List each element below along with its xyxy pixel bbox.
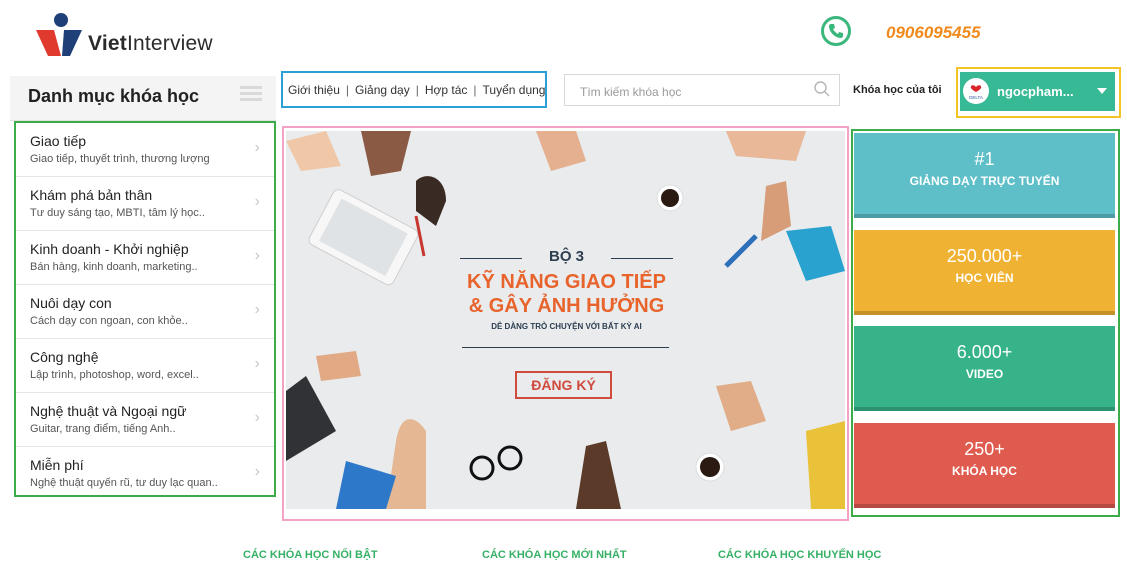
search-placeholder: Tìm kiếm khóa học: [580, 85, 682, 99]
category-item-sub: Bán hàng, kinh doanh, marketing..: [30, 261, 198, 273]
category-list: Giao tiếp Giao tiếp, thuyết trình, thươn…: [14, 121, 276, 497]
category-item-sub: Giao tiếp, thuyết trình, thương lượng: [30, 153, 210, 165]
category-item-giao-tiep[interactable]: Giao tiếp Giao tiếp, thuyết trình, thươn…: [16, 123, 274, 177]
stat-card-students[interactable]: 250.000+ HỌC VIÊN: [854, 230, 1115, 315]
caret-down-icon[interactable]: [1097, 88, 1107, 94]
category-item-label: Nghệ thuật và Ngoại ngữ: [30, 403, 187, 419]
banner-headline-1: KỸ NĂNG GIAO TIẾP: [467, 271, 666, 293]
category-item-label: Nuôi dạy con: [30, 295, 112, 311]
avatar-text: DELTA: [969, 95, 983, 100]
chevron-right-icon: ›: [254, 463, 260, 480]
category-item-sub: Lập trình, photoshop, word, excel..: [30, 369, 199, 381]
stat-label: VIDEO: [965, 367, 1004, 381]
nav-link-giang-day[interactable]: Giảng dạy: [355, 83, 410, 97]
banner-image[interactable]: [286, 131, 845, 509]
register-button[interactable]: ĐĂNG KÝ: [515, 371, 612, 399]
category-item-label: Miễn phí: [30, 457, 84, 473]
chevron-right-icon: ›: [254, 355, 260, 372]
stat-value: 250.000+: [946, 246, 1023, 266]
chevron-right-icon: ›: [254, 193, 260, 210]
hamburger-menu-icon[interactable]: [240, 86, 262, 104]
chevron-right-icon: ›: [254, 409, 260, 426]
my-courses-link[interactable]: Khóa học của tôi: [853, 84, 942, 96]
category-item-kham-pha[interactable]: Khám phá bản thân Tư duy sáng tạo, MBTI,…: [16, 177, 274, 231]
stat-label: GIẢNG DẠY TRỰC TUYẾN: [909, 174, 1060, 188]
stat-value: 6.000+: [956, 342, 1013, 362]
banner-headline-2: & GÂY ẢNH HƯỞNG: [468, 295, 665, 317]
category-item-cong-nghe[interactable]: Công nghệ Lập trình, photoshop, word, ex…: [16, 339, 274, 393]
stat-value: #1: [974, 149, 995, 169]
category-item-nuoi-day-con[interactable]: Nuôi dạy con Cách dạy con ngoan, con khỏ…: [16, 285, 274, 339]
phone-number[interactable]: 0906095455: [886, 23, 981, 43]
tab-newest-courses[interactable]: CÁC KHÓA HỌC MỚI NHẤT: [482, 549, 627, 561]
nav-link-gioi-thieu[interactable]: Giới thiệu: [288, 83, 340, 97]
logo-text[interactable]: VietInterview: [88, 32, 213, 56]
category-item-nghe-thuat[interactable]: Nghệ thuật và Ngoại ngữ Guitar, trang đi…: [16, 393, 274, 447]
category-item-label: Kinh doanh - Khởi nghiệp: [30, 241, 189, 257]
category-item-sub: Nghệ thuật quyến rũ, tư duy lạc quan..: [30, 477, 218, 489]
nav-link-hop-tac[interactable]: Hợp tác: [425, 83, 468, 97]
category-item-sub: Tư duy sáng tạo, MBTI, tâm lý học..: [30, 207, 205, 219]
banner-divider: [462, 347, 669, 348]
banner-illustration: [286, 131, 845, 509]
logo-icon[interactable]: [34, 12, 86, 58]
banner-subline: DỄ DÀNG TRÒ CHUYỆN VỚI BẤT KỲ AI: [491, 322, 642, 331]
category-item-sub: Cách dạy con ngoan, con khỏe..: [30, 315, 188, 327]
nav-separator: |: [345, 82, 350, 97]
nav-separator: |: [473, 82, 477, 97]
banner-line-1: BỘ 3: [460, 248, 673, 265]
avatar: DELTA: [963, 78, 989, 104]
category-item-sub: Guitar, trang điểm, tiếng Anh..: [30, 423, 176, 435]
category-item-label: Công nghệ: [30, 349, 99, 365]
stat-label: KHÓA HỌC: [952, 464, 1017, 478]
stat-card-teaching[interactable]: #1 GIẢNG DẠY TRỰC TUYẾN: [854, 133, 1115, 218]
tab-promo-courses[interactable]: CÁC KHÓA HỌC KHUYẾN HỌC: [718, 549, 881, 561]
stat-label: HỌC VIÊN: [955, 271, 1014, 285]
chevron-right-icon: ›: [254, 139, 260, 156]
stat-value: 250+: [964, 439, 1005, 459]
banner-line-1-text: BỘ 3: [548, 248, 584, 265]
nav-link-tuyen-dung[interactable]: Tuyển dụng: [483, 83, 546, 97]
nav-separator: |: [415, 82, 419, 97]
chevron-right-icon: ›: [254, 247, 260, 264]
phone-icon: [821, 16, 851, 46]
category-item-label: Giao tiếp: [30, 133, 87, 149]
category-title: Danh mục khóa học: [28, 86, 200, 106]
top-nav: Giới thiệu | Giảng dạy | Hợp tác | Tuyển…: [281, 71, 547, 108]
stat-card-videos[interactable]: 6.000+ VIDEO: [854, 326, 1115, 411]
chevron-right-icon: ›: [254, 301, 260, 318]
search-icon[interactable]: [813, 80, 831, 98]
category-item-kinh-doanh[interactable]: Kinh doanh - Khởi nghiệp Bán hàng, kinh …: [16, 231, 274, 285]
category-item-mien-phi[interactable]: Miễn phí Nghệ thuật quyến rũ, tư duy lạc…: [16, 447, 274, 501]
tab-featured-courses[interactable]: CÁC KHÓA HỌC NỔI BẬT: [243, 549, 378, 561]
logo-text-bold: Viet: [88, 32, 127, 55]
user-name: ngocpham...: [997, 84, 1074, 99]
stat-card-courses[interactable]: 250+ KHÓA HỌC: [854, 423, 1115, 508]
logo-text-rest: Interview: [126, 32, 213, 55]
category-item-label: Khám phá bản thân: [30, 187, 153, 203]
